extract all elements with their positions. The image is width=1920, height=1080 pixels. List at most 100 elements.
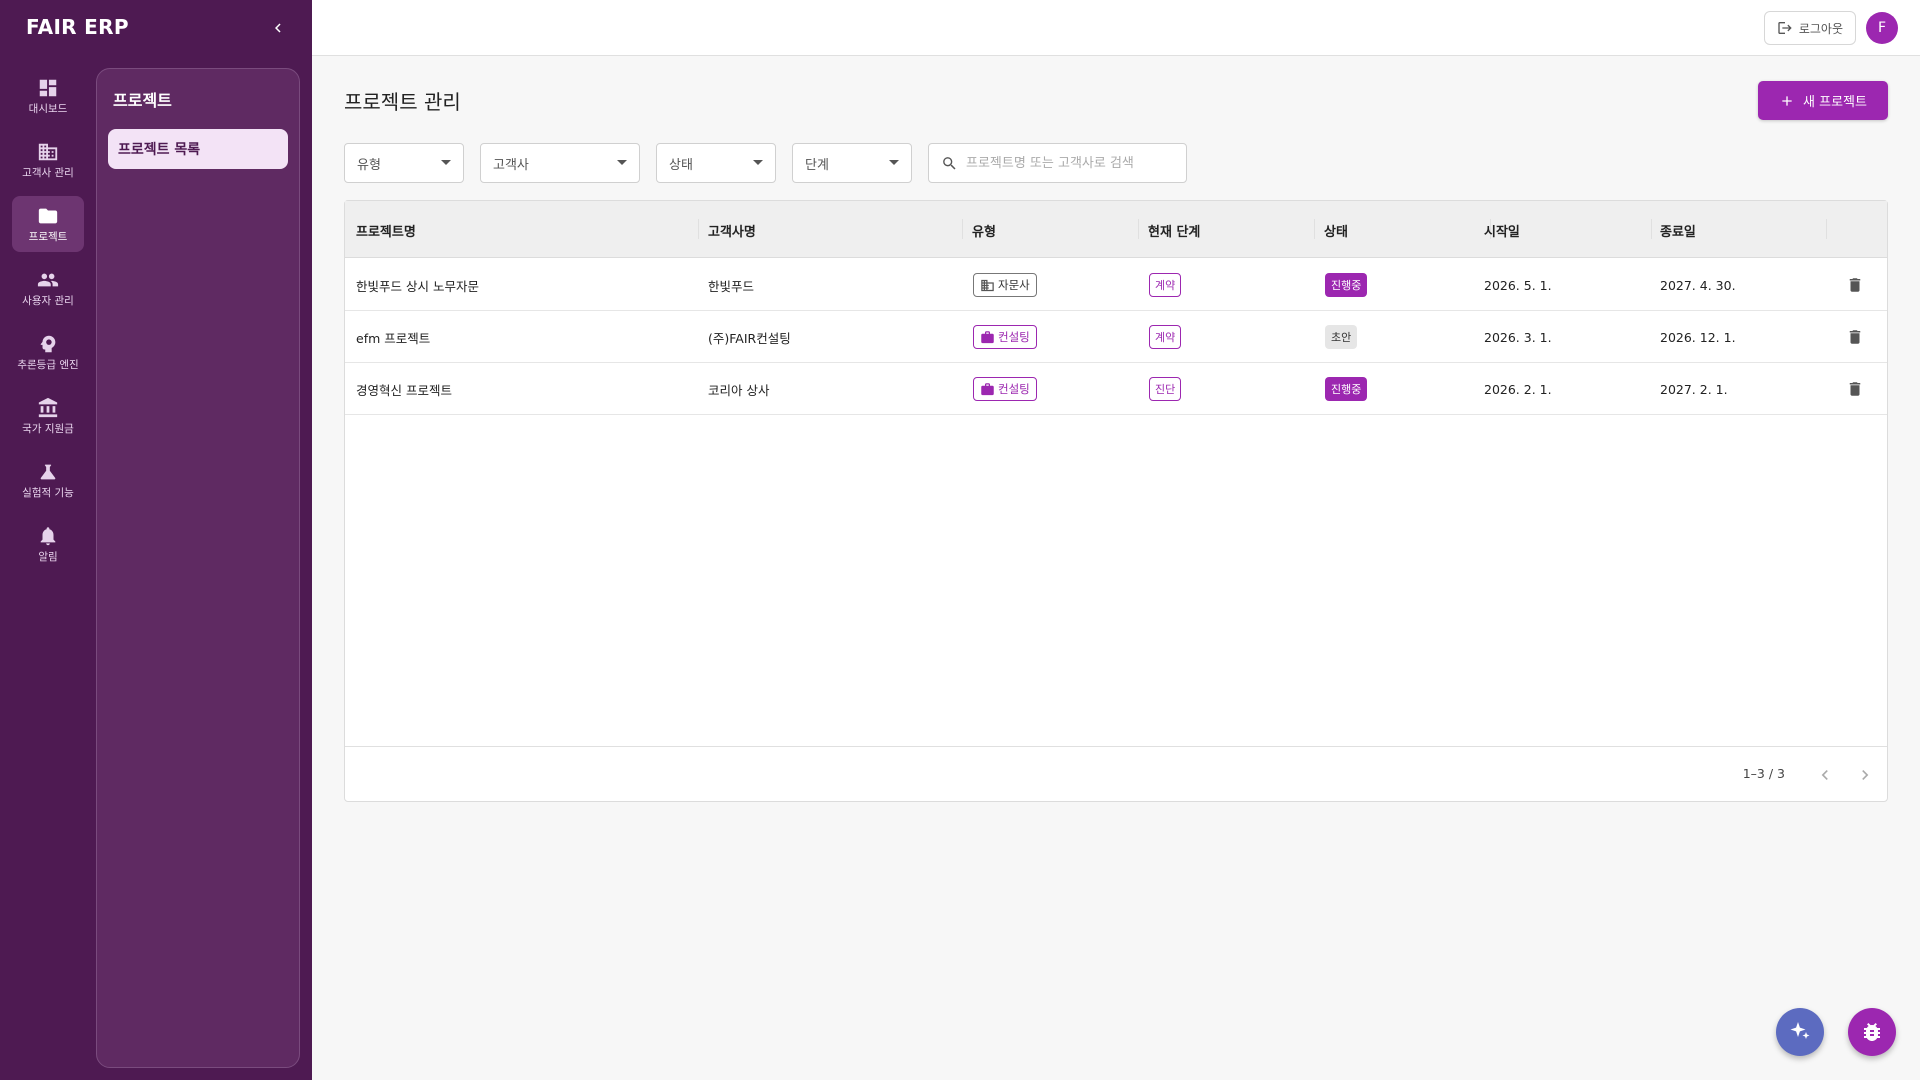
trash-icon	[1849, 278, 1861, 292]
nav-item-grants[interactable]: 국가 지원금	[12, 388, 84, 444]
collapse-sidebar-button[interactable]	[264, 14, 292, 42]
column-header-end-date[interactable]: 종료일	[1660, 221, 1696, 240]
next-page-button[interactable]	[1851, 761, 1879, 789]
stage-chip: 계약	[1149, 325, 1182, 349]
page-title: 프로젝트 관리	[344, 90, 461, 114]
status-badge: 진행중	[1325, 273, 1368, 297]
table-header: 프로젝트명 고객사명 유형 현재 단계 상태 시작일 종료일	[345, 201, 1887, 258]
project-name-cell: 한빛푸드 상시 노무자문	[356, 278, 479, 294]
type-filter-select[interactable]: 유형	[344, 143, 464, 183]
status-badge: 초안	[1325, 325, 1358, 349]
type-chip: 컨설팅	[973, 325, 1037, 349]
ai-assistant-button[interactable]	[1776, 1008, 1824, 1056]
nav-item-users[interactable]: 사용자 관리	[12, 260, 84, 316]
start-date-cell: 2026. 5. 1.	[1484, 277, 1552, 293]
column-header-stage[interactable]: 현재 단계	[1148, 221, 1200, 240]
sub-navigation-panel: 프로젝트 프로젝트 목록	[96, 68, 300, 1068]
type-filter-label: 유형	[357, 157, 381, 173]
dropdown-arrow-icon	[753, 160, 763, 165]
sidebar: FAIR ERP 대시보드 고객사 관리 프로젝트 사용자 관리 추론등급 엔진…	[0, 0, 312, 1080]
nav-item-experimental[interactable]: 실험적 기능	[12, 452, 84, 508]
stage-chip: 계약	[1149, 273, 1182, 297]
project-name-cell: 경영혁신 프로젝트	[356, 382, 452, 398]
status-badge: 진행중	[1325, 377, 1368, 401]
type-chip: 자문사	[973, 273, 1037, 297]
bug-report-button[interactable]	[1848, 1008, 1896, 1056]
column-header-start-date[interactable]: 시작일	[1484, 221, 1520, 240]
project-name-cell: efm 프로젝트	[356, 330, 431, 346]
column-divider	[1651, 219, 1652, 239]
nav-item-label: 국가 지원금	[22, 422, 74, 435]
nav-item-projects[interactable]: 프로젝트	[12, 196, 84, 252]
client-filter-select[interactable]: 고객사	[480, 143, 640, 183]
logout-icon	[1778, 22, 1792, 34]
status-filter-label: 상태	[669, 157, 693, 173]
building-icon	[981, 279, 994, 291]
nav-item-label: 고객사 관리	[22, 166, 74, 179]
end-date-cell: 2026. 12. 1.	[1660, 329, 1736, 345]
trash-icon	[1849, 382, 1861, 396]
bug-icon	[1864, 1023, 1880, 1041]
user-avatar[interactable]: F	[1866, 12, 1898, 44]
building-icon	[38, 143, 58, 160]
plus-icon	[1782, 95, 1792, 106]
nav-item-label: 사용자 관리	[22, 294, 74, 307]
pagination-text: 1–3 / 3	[1742, 766, 1785, 781]
delete-project-button[interactable]	[1841, 323, 1869, 351]
column-divider	[1138, 219, 1139, 239]
table-row[interactable]: 한빛푸드 상시 노무자문 한빛푸드 자문사 계약 진행중 2026. 5. 1.…	[345, 259, 1887, 311]
dropdown-arrow-icon	[889, 160, 899, 165]
end-date-cell: 2027. 4. 30.	[1660, 277, 1736, 293]
stage-filter-label: 단계	[805, 157, 829, 173]
table-footer: 1–3 / 3	[345, 746, 1887, 802]
nav-item-label: 실험적 기능	[22, 486, 74, 499]
nav-item-label: 알림	[38, 550, 58, 563]
flask-icon	[40, 464, 56, 479]
chevron-left-icon	[1821, 770, 1828, 780]
top-bar: 로그아웃 F	[312, 0, 1920, 56]
column-header-type[interactable]: 유형	[972, 221, 996, 240]
delete-project-button[interactable]	[1841, 375, 1869, 403]
table-row[interactable]: 경영혁신 프로젝트 코리아 상사 컨설팅 진단 진행중 2026. 2. 1. …	[345, 363, 1887, 415]
chevron-right-icon	[1862, 770, 1869, 780]
nav-item-clients[interactable]: 고객사 관리	[12, 132, 84, 188]
stage-chip: 진단	[1149, 377, 1182, 401]
briefcase-icon	[981, 382, 994, 395]
nav-item-inference-engine[interactable]: 추론등급 엔진	[12, 324, 84, 380]
new-project-label: 새 프로젝트	[1803, 95, 1867, 110]
column-header-name[interactable]: 프로젝트명	[356, 221, 416, 240]
table-row[interactable]: efm 프로젝트 (주)FAIR컨설팅 컨설팅 계약 초안 2026. 3. 1…	[345, 311, 1887, 363]
start-date-cell: 2026. 2. 1.	[1484, 381, 1552, 397]
client-name-cell: 코리아 상사	[708, 382, 770, 398]
bank-icon	[38, 397, 58, 417]
previous-page-button[interactable]	[1811, 761, 1839, 789]
search-input[interactable]	[966, 155, 1166, 171]
sparkle-icon	[1790, 1022, 1810, 1039]
nav-item-dashboard[interactable]: 대시보드	[12, 68, 84, 124]
column-divider	[1826, 219, 1827, 239]
client-name-cell: (주)FAIR컨설팅	[708, 330, 791, 346]
nav-item-label: 추론등급 엔진	[17, 358, 79, 371]
trash-icon	[1849, 330, 1861, 344]
logout-button[interactable]: 로그아웃	[1763, 11, 1856, 45]
nav-item-label: 프로젝트	[28, 230, 68, 243]
nav-item-notifications[interactable]: 알림	[12, 516, 84, 572]
subnav-item-project-list[interactable]: 프로젝트 목록	[108, 129, 288, 169]
psychology-icon	[40, 335, 56, 352]
delete-project-button[interactable]	[1841, 271, 1869, 299]
column-divider	[1314, 219, 1315, 239]
projects-table: 프로젝트명 고객사명 유형 현재 단계 상태 시작일 종료일 한빛푸드 상시 노…	[344, 200, 1888, 802]
end-date-cell: 2027. 2. 1.	[1660, 381, 1728, 397]
dashboard-icon	[39, 79, 57, 96]
column-header-client[interactable]: 고객사명	[708, 221, 756, 240]
search-icon	[943, 156, 956, 170]
stage-filter-select[interactable]: 단계	[792, 143, 912, 183]
column-header-status[interactable]: 상태	[1324, 221, 1348, 240]
people-icon	[37, 273, 59, 286]
status-filter-select[interactable]: 상태	[656, 143, 776, 183]
chevron-left-icon	[275, 23, 281, 33]
column-divider	[962, 219, 963, 239]
search-field[interactable]	[928, 143, 1187, 183]
client-name-cell: 한빛푸드	[708, 278, 755, 294]
new-project-button[interactable]: 새 프로젝트	[1758, 81, 1888, 120]
